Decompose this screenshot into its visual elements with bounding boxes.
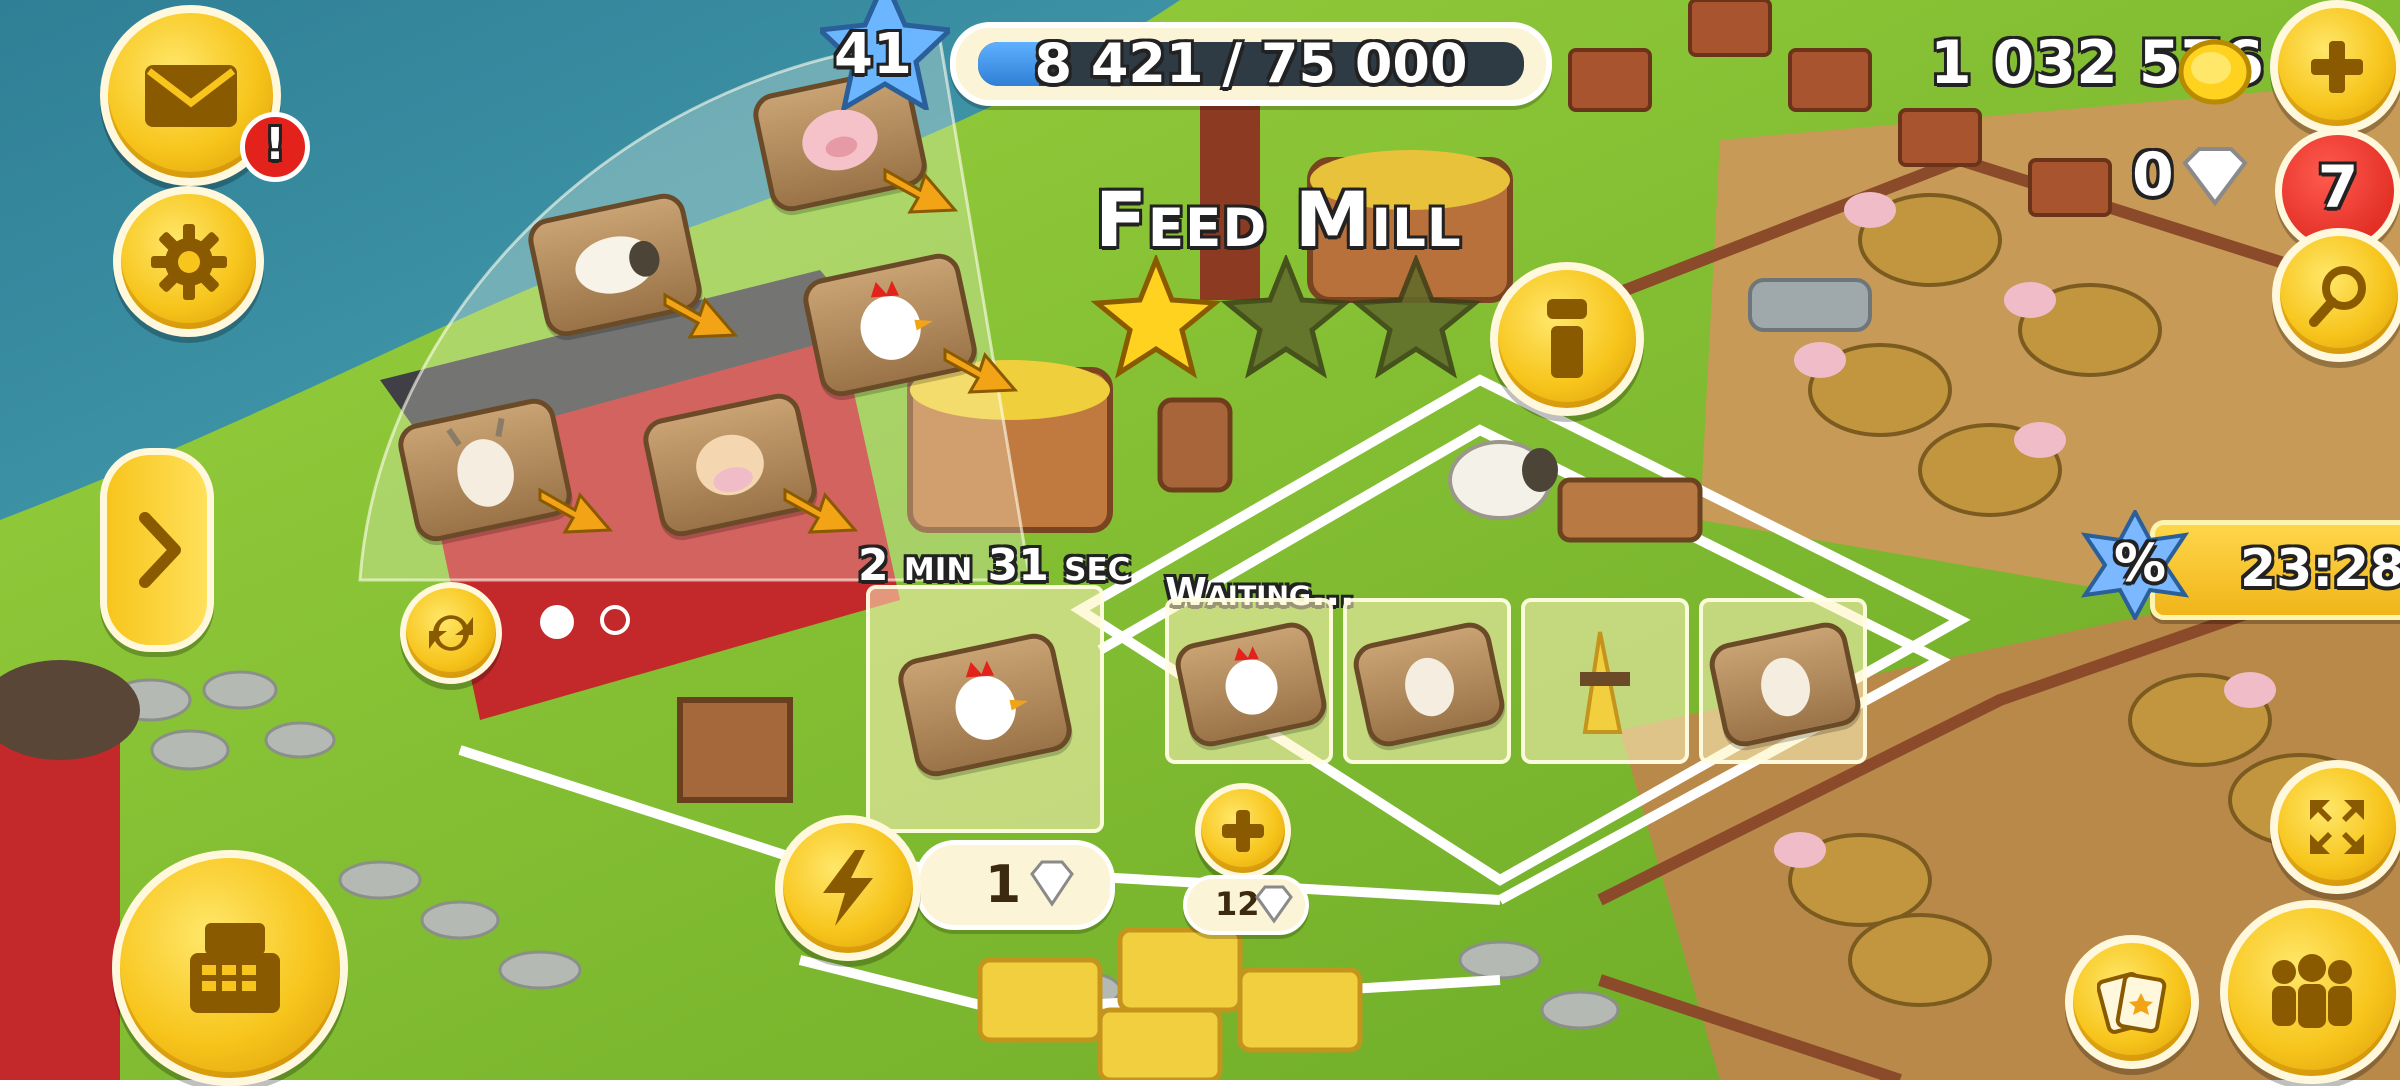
rotate-recipes-button[interactable] (400, 582, 502, 684)
speed-up-button[interactable] (775, 815, 921, 961)
queue-slot-2[interactable] (1343, 598, 1511, 764)
speed-up-cost-pill: 1 (915, 840, 1115, 930)
queue-slot-4[interactable] (1699, 598, 1867, 764)
mail-alert-text: ! (264, 119, 286, 170)
speed-up-cost: 1 (985, 855, 1022, 915)
buy-coins-button[interactable] (2270, 0, 2400, 134)
chevron-right-icon (139, 512, 181, 588)
star-empty-icon (1220, 255, 1352, 379)
xp-text: 8 421 / 75 000 (1034, 32, 1468, 95)
sale-diamond-icon: % (2080, 510, 2190, 620)
news-count: 7 (2317, 153, 2359, 221)
collection-button[interactable] (2065, 935, 2199, 1069)
star-empty-icon (1350, 255, 1482, 379)
envelope-icon (144, 64, 237, 127)
plus-icon (2311, 41, 2363, 93)
building-stars (1090, 255, 1482, 379)
queued-chicken-feed (1171, 618, 1331, 751)
shop-button[interactable] (112, 850, 348, 1086)
expansion-button[interactable] (2270, 760, 2400, 894)
page-dot-active (540, 605, 574, 639)
diamond-icon (2182, 147, 2248, 207)
sale-percent: % (2114, 534, 2167, 594)
magnifier-icon (2309, 266, 2366, 327)
diamond-icon (1030, 860, 1074, 907)
info-icon (1547, 299, 1587, 378)
rotate-icon (429, 615, 473, 651)
mail-alert-badge: ! (240, 112, 310, 182)
sale-timer: 23:28 (2240, 539, 2400, 599)
farm-scene: Feed Mill 2 min 31 sec Waiting... 1 12 8… (0, 0, 2400, 1086)
level-badge[interactable]: 41 (820, 0, 950, 110)
friends-icon (2272, 954, 2352, 1028)
info-button[interactable] (1490, 262, 1644, 416)
coin-icon (2178, 39, 2252, 105)
diamond-count: 0 (2132, 140, 2174, 210)
gear-icon (150, 223, 227, 300)
xp-bar[interactable]: 8 421 / 75 000 (950, 22, 1552, 106)
friends-button[interactable] (2220, 900, 2400, 1084)
add-slot-button[interactable] (1195, 783, 1291, 879)
queue-slot-3[interactable] (1521, 598, 1689, 764)
recipe-arrow-icon (660, 275, 740, 349)
search-button[interactable] (2272, 228, 2400, 362)
recipe-arrow-icon (535, 470, 615, 544)
building-title: Feed Mill (1095, 175, 1462, 264)
recipe-arrow-icon (940, 330, 1020, 404)
settings-button[interactable] (113, 186, 264, 337)
expand-left-button[interactable] (100, 448, 214, 652)
page-dot (600, 605, 630, 635)
queued-goat-feed (1705, 618, 1865, 751)
plus-icon (1222, 810, 1264, 852)
queued-goat-feed (1349, 618, 1509, 751)
star-icon (1090, 255, 1222, 379)
recipe-arrow-icon (880, 150, 960, 224)
cards-icon (2097, 972, 2167, 1034)
diamond-icon (1255, 885, 1293, 924)
level-number: 41 (834, 22, 912, 87)
add-slot-cost-pill: 12 (1183, 875, 1309, 935)
wheat-icon (1580, 631, 1630, 734)
cash-register-icon (190, 923, 280, 1013)
recipe-arrow-icon (780, 470, 860, 544)
production-timer: 2 min 31 sec (858, 540, 1131, 591)
queue-slot-1[interactable] (1165, 598, 1333, 764)
lightning-icon (823, 850, 873, 926)
expand-arrows-icon (2310, 800, 2364, 854)
